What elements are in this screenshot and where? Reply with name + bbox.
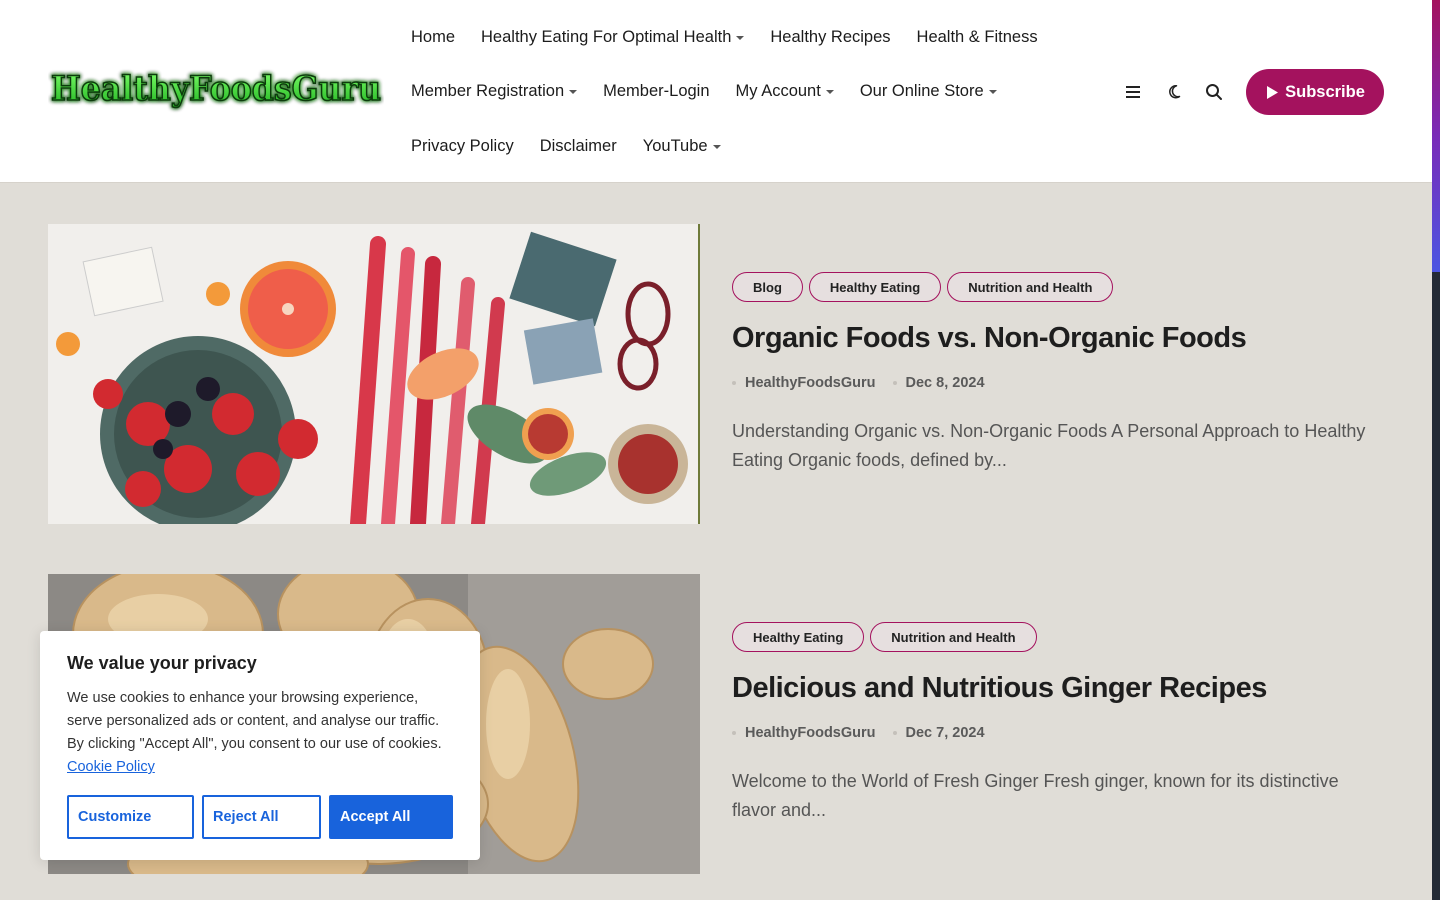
main-nav-row-3: Privacy Policy Disclaimer YouTube [411, 135, 721, 157]
post-excerpt: Understanding Organic vs. Non-Organic Fo… [732, 421, 1366, 470]
post-date: Dec 8, 2024 [905, 375, 985, 391]
caret-down-icon [988, 89, 997, 94]
header-tools: Subscribe [1121, 69, 1384, 115]
post-meta: HealthyFoodsGuru Dec 8, 2024 [732, 375, 1372, 391]
post-excerpt: Welcome to the World of Fresh Ginger Fre… [732, 771, 1339, 820]
post-body: Healthy Eating Nutrition and Health Deli… [732, 622, 1372, 825]
post-author[interactable]: HealthyFoodsGuru [745, 375, 876, 391]
menu-icon[interactable] [1121, 80, 1145, 104]
nav-healthy-recipes[interactable]: Healthy Recipes [770, 26, 890, 48]
category-tag[interactable]: Healthy Eating [732, 622, 865, 652]
accept-all-button[interactable]: Accept All [329, 795, 453, 839]
bullet-icon [892, 731, 897, 735]
post-title[interactable]: Delicious and Nutritious Ginger Recipes [732, 670, 1372, 706]
cookie-consent-dialog: We value your privacy We use cookies to … [40, 631, 480, 860]
search-icon[interactable] [1202, 80, 1226, 104]
nav-youtube[interactable]: YouTube [643, 135, 721, 157]
caret-down-icon [736, 35, 745, 40]
nav-member-login[interactable]: Member-Login [603, 80, 709, 102]
category-tag[interactable]: Healthy Eating [808, 272, 942, 302]
cookie-policy-link[interactable]: Cookie Policy [67, 759, 155, 775]
page-scrollbar[interactable] [1432, 0, 1440, 900]
cookie-title: We value your privacy [67, 653, 257, 673]
bullet-icon [732, 381, 736, 385]
cookie-text: We use cookies to enhance your browsing … [67, 690, 442, 775]
nav-online-store[interactable]: Our Online Store [860, 80, 997, 102]
subscribe-button[interactable]: Subscribe [1246, 69, 1384, 115]
play-icon [1267, 85, 1279, 99]
nav-healthy-eating[interactable]: Healthy Eating For Optimal Health [481, 26, 745, 48]
post-card: Blog Healthy Eating Nutrition and Health… [48, 224, 1384, 524]
bullet-icon [892, 381, 897, 385]
category-tag[interactable]: Nutrition and Health [870, 622, 1037, 652]
caret-down-icon [712, 144, 721, 149]
category-tag[interactable]: Blog [732, 272, 803, 302]
post-date: Dec 7, 2024 [905, 725, 985, 741]
site-logo[interactable]: HealthyFoodsGuru [48, 60, 384, 116]
scrollbar-thumb[interactable] [1432, 0, 1440, 272]
nav-my-account[interactable]: My Account [736, 80, 834, 102]
caret-down-icon [569, 89, 578, 94]
bullet-icon [732, 731, 736, 735]
post-title[interactable]: Organic Foods vs. Non-Organic Foods [732, 320, 1372, 356]
post-meta: HealthyFoodsGuru Dec 7, 2024 [732, 725, 1372, 741]
moon-icon[interactable] [1164, 80, 1188, 104]
post-thumbnail-fruits[interactable] [48, 224, 700, 524]
post-body: Blog Healthy Eating Nutrition and Health… [732, 272, 1372, 475]
site-header: HealthyFoodsGuru Home Healthy Eating For… [0, 0, 1432, 183]
nav-privacy-policy[interactable]: Privacy Policy [411, 135, 514, 157]
post-author[interactable]: HealthyFoodsGuru [745, 725, 876, 741]
nav-health-fitness[interactable]: Health & Fitness [917, 26, 1038, 48]
main-nav-row-2: Member Registration Member-Login My Acco… [411, 80, 997, 102]
nav-disclaimer[interactable]: Disclaimer [540, 135, 617, 157]
cookie-buttons: Customize Reject All Accept All [67, 795, 453, 839]
category-tag[interactable]: Nutrition and Health [947, 272, 1114, 302]
svg-text:HealthyFoodsGuru: HealthyFoodsGuru [51, 69, 381, 109]
nav-home[interactable]: Home [411, 26, 455, 48]
category-list: Healthy Eating Nutrition and Health [732, 622, 1372, 652]
nav-member-registration[interactable]: Member Registration [411, 80, 578, 102]
customize-button[interactable]: Customize [67, 795, 194, 839]
caret-down-icon [825, 89, 834, 94]
category-list: Blog Healthy Eating Nutrition and Health [732, 272, 1372, 302]
reject-all-button[interactable]: Reject All [202, 795, 321, 839]
main-nav-row-1: Home Healthy Eating For Optimal Health H… [411, 26, 1038, 48]
